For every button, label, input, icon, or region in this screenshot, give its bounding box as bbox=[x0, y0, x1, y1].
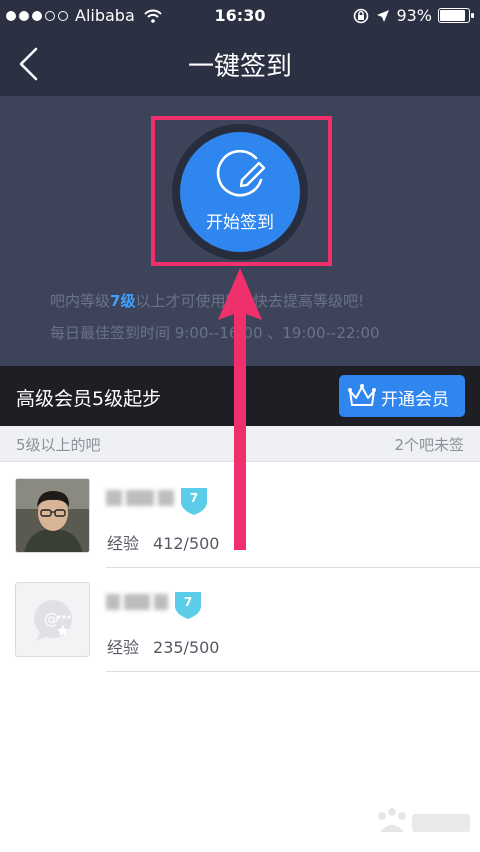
level-number: 7 bbox=[183, 595, 193, 609]
vip-text: 高级会员5级起步 bbox=[16, 388, 162, 410]
exp-label: 经验 bbox=[107, 638, 140, 657]
hint-level: 7级 bbox=[110, 292, 136, 310]
rotation-lock-icon bbox=[354, 8, 369, 23]
forum-experience: 经验 235/500 bbox=[107, 634, 219, 658]
level-number: 7 bbox=[189, 491, 199, 505]
level-requirement-hint: 吧内等级7级以上才可使用哦~快去提高等级吧! bbox=[50, 290, 364, 311]
status-right: 93% bbox=[352, 6, 474, 25]
battery-icon bbox=[438, 8, 474, 23]
row-divider bbox=[106, 671, 480, 672]
battery-fill bbox=[440, 10, 465, 21]
forum-list-header: 5级以上的吧 2个吧未签 bbox=[0, 426, 480, 462]
forum-name-blurred bbox=[106, 490, 174, 506]
forum-experience: 经验 412/500 bbox=[107, 530, 219, 554]
crown-icon bbox=[348, 384, 376, 406]
open-vip-button[interactable]: 开通会员 bbox=[339, 375, 465, 417]
exp-value: 412/500 bbox=[153, 534, 220, 553]
status-bar: Alibaba 16:30 93% bbox=[0, 0, 480, 32]
forum-list-item[interactable]: 7 经验 412/500 bbox=[0, 464, 480, 568]
user-photo-icon bbox=[16, 479, 89, 552]
page-title: 一键签到 bbox=[187, 52, 292, 82]
level-badge: 7 bbox=[180, 486, 208, 516]
nav-bar: 一键签到 bbox=[0, 32, 480, 96]
forum-avatar: @ bbox=[15, 582, 90, 657]
best-time-hint: 每日最佳签到时间 9:00--16:00 、19:00--22:00 bbox=[50, 324, 380, 342]
forum-avatar bbox=[15, 478, 90, 553]
svg-text:@: @ bbox=[44, 610, 59, 628]
top-bar: Alibaba 16:30 93% 一键签到 bbox=[0, 0, 480, 96]
location-arrow-icon bbox=[377, 9, 390, 22]
forum-list-item[interactable]: @ 7 经验 235/500 bbox=[0, 568, 480, 672]
chat-bubble-placeholder-icon: @ bbox=[34, 600, 72, 641]
exp-value: 235/500 bbox=[153, 638, 220, 657]
exp-label: 经验 bbox=[107, 534, 140, 553]
hint-text-pre: 吧内等级 bbox=[50, 292, 111, 310]
forum-name-blurred bbox=[106, 594, 174, 610]
unsigned-count: 2个吧未签 bbox=[394, 436, 464, 454]
vip-bar: 高级会员5级起步 开通会员 bbox=[0, 366, 480, 426]
hint-text-post: 以上才可使用哦~快去提高等级吧! bbox=[135, 292, 365, 310]
open-vip-label: 开通会员 bbox=[381, 390, 449, 410]
battery-percent: 93% bbox=[396, 6, 432, 25]
annotation-highlight-box bbox=[151, 116, 332, 266]
list-header-title: 5级以上的吧 bbox=[16, 436, 101, 454]
sign-in-panel: 开始签到 吧内等级7级以上才可使用哦~快去提高等级吧! 每日最佳签到时间 9:0… bbox=[0, 96, 480, 366]
baidu-jingyan-watermark bbox=[378, 808, 470, 832]
level-badge: 7 bbox=[174, 590, 202, 620]
